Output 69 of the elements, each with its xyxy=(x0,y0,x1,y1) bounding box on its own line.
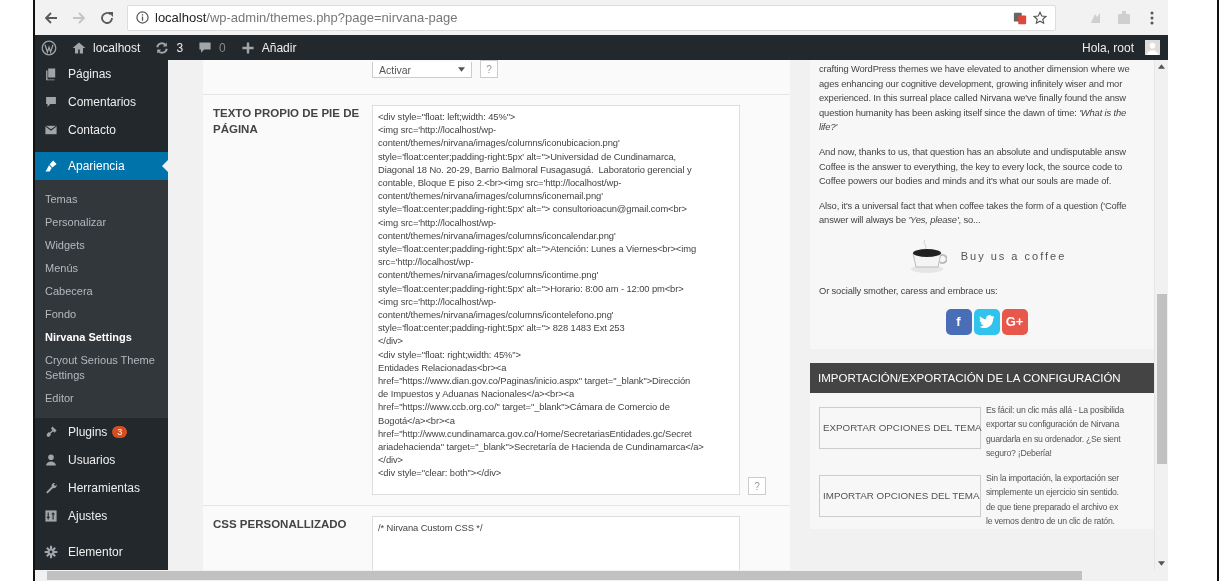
account-link[interactable]: Hola, root xyxy=(1081,40,1160,55)
vertical-scrollbar[interactable] xyxy=(1154,60,1168,570)
star-icon[interactable] xyxy=(1033,10,1047,25)
plus-icon xyxy=(239,39,256,56)
url-text: localhost/wp-admin/themes.php?page=nirvana-page xyxy=(155,10,458,25)
theme-options-button[interactable]: IMPORTAR OPCIONES DEL TEMA xyxy=(819,474,981,517)
reload-icon[interactable] xyxy=(99,9,115,26)
updates-link[interactable]: 3 xyxy=(154,39,184,56)
new-link[interactable]: Añadir xyxy=(239,39,297,56)
submenu-item[interactable]: Personalizar xyxy=(35,211,168,234)
menu-item[interactable]: Páginas xyxy=(35,60,168,88)
sliders-icon xyxy=(44,509,58,523)
scroll-up-icon[interactable] xyxy=(1158,64,1165,69)
scroll-down-icon[interactable] xyxy=(1158,561,1165,566)
submenu-item[interactable]: Editor xyxy=(35,387,168,410)
menu-item[interactable]: Comentarios xyxy=(35,88,168,116)
submenu-item[interactable]: Fondo xyxy=(35,303,168,326)
submenu-item[interactable]: Nirvana Settings xyxy=(35,326,168,349)
bird-icon xyxy=(978,315,995,329)
submenu-item[interactable]: Cryout Serious Theme Settings xyxy=(35,349,168,387)
avatar-icon xyxy=(1145,40,1160,55)
social-prompt: Or socially smother, caress and embrace us: xyxy=(819,283,999,298)
translate-icon[interactable] xyxy=(1013,10,1027,25)
horizontal-scrollbar[interactable] xyxy=(35,570,1168,581)
text-area[interactable]: /* Nirvana Custom CSS */ xyxy=(372,516,740,570)
gear-icon xyxy=(44,545,58,559)
menu-item[interactable]: Usuarios xyxy=(35,446,168,474)
comments-link[interactable]: 0 xyxy=(197,39,226,56)
back-icon[interactable] xyxy=(43,9,59,26)
submenu-item[interactable]: Temas xyxy=(35,188,168,211)
pages-icon xyxy=(44,67,58,81)
social-button[interactable]: G+ xyxy=(1001,308,1028,335)
menu-item[interactable]: Ajustes xyxy=(35,502,168,530)
action-description: Sin la importación, la exportación ser simplemente un ejercicio sin sentido. de que tiene preparado el archivo ex le vemos dentro de un clic de ratón. xyxy=(986,471,1119,529)
menu-item[interactable]: Elementor xyxy=(35,538,168,566)
setting-label: TEXTO PROPIO DE PIE DE PÁGINA xyxy=(213,107,360,135)
submenu-item[interactable]: Widgets xyxy=(35,234,168,257)
menu-item[interactable]: Herramientas xyxy=(35,474,168,502)
refresh-icon xyxy=(154,39,171,56)
section-header: IMPORTACIÓN/EXPORTACIÓN DE LA CONFIGURACIÓN xyxy=(810,362,1154,393)
submenu-item[interactable]: Cabecera xyxy=(35,280,168,303)
menu-item[interactable]: Contacto xyxy=(35,116,168,144)
action-description: Es fácil: un clic más allá - La posibilida exportar su configuración de Nirvana guardarla en su ordenador. ¿Se sient seguro? ¡Debería! xyxy=(986,403,1124,461)
setting-label: CSS PERSONALLIZADO xyxy=(213,518,347,530)
submenu-item[interactable]: Menús xyxy=(35,257,168,280)
buy-coffee-link[interactable]: Buy us a coffee xyxy=(960,249,1067,262)
wrench-icon xyxy=(44,481,58,495)
caret-icon xyxy=(458,67,465,72)
address-bar[interactable]: localhost/wp-admin/themes.php?page=nirvana-page xyxy=(127,4,1056,31)
site-link[interactable]: localhost xyxy=(71,39,141,56)
comment-icon xyxy=(44,95,58,109)
brush-icon xyxy=(44,159,58,173)
social-button[interactable]: f xyxy=(945,308,972,335)
plug-icon xyxy=(44,425,58,439)
scrollbar-thumb[interactable] xyxy=(1156,294,1167,464)
user-icon xyxy=(44,453,58,467)
wordpress-logo-icon[interactable] xyxy=(41,39,57,56)
about-paragraph: Also, it's a universal fact that when coffee takes the form of a question ('Coffe answer will always be 'Yes, please', so... xyxy=(819,198,1128,228)
about-paragraph: And now, thanks to us, that question has an absolute and undisputable answ Coffee is the answer to everything, the key to every lock, the source code to Coffee powers our bodies and minds and it's what our souls are made of. xyxy=(819,144,1127,189)
about-paragraph: crafting WordPress themes we have elevated to another dimension where we ages enhancing our cognitive development, growing infinitely wiser and mor experienced. In this surreal place called Nirvana we've finally found the answ question humanity has been asking itself since the dawn of time: 'What is the life?' xyxy=(819,62,1131,135)
theme-options-button[interactable]: EXPORTAR OPCIONES DEL TEMA xyxy=(819,406,981,449)
select-field[interactable]: Activar xyxy=(372,62,472,78)
envelope-icon xyxy=(44,123,58,137)
update-count-badge: 3 xyxy=(112,426,128,438)
text-area[interactable]: <div style="float: left;width: 45%"> <img src='http://localhost/wp- content/themes/nirvana/images/columns/iconubicacion.png' style='float:center;padding-right:5px' alt=''>Universidad de Cundinamarca, Diagonal 18 No. 20-29, Barrio Balmoral Fusagasugá. Laboratorio gerencial y contable, Bloque E piso 2.<br><img src='http://localhost/wp- content/themes/nirvana/images/columns/iconemail.png' style='float:center;padding-right:5px' alt=''> consultorioacun@gmail.com<br> <img src='http://localhost/wp- content/themes/nirvana/images/columns/iconcalendar.png' style='float:center;padding-right:5px' alt=''>Atención: Lunes a Viernes<br><img src='http://localhost/wp- content/themes/nirvana/images/columns/icontime.png' style='float:center;padding-right:5px' alt=''>Horario: 8:00 am - 12:00 pm<br> <img src='http://localhost/wp- content/themes/nirvana/images/columns/icontelefono.png' style='float:center;padding-right:5px' alt=''> 828 1483 Ext 253 </div> <div style="float: right;width: 45%"> Entidades Relacionadas<br><a href="https://www.dian.gov.co/Paginas/inicio.aspx" target="_blank">Dirección de Impuestos y Aduanas Nacionales</a><br><a href="https://www.ccb.org.co/" target="_blank">Cámara de Comercio de Bogotá</a><br><a href="http://www.cundinamarca.gov.co/Home/SecretariasEntidades.gc/Secret ariadehacienda" target="_blank">Secretaría de Hacienda de Cundinamarca</a> </div> <div style="clear: both"></div> xyxy=(372,105,740,495)
menu-item[interactable]: Apariencia xyxy=(35,152,168,180)
menu-item[interactable]: Plugins 3 xyxy=(35,418,168,446)
scrollbar-thumb[interactable] xyxy=(47,571,1082,580)
info-icon[interactable] xyxy=(136,11,149,24)
